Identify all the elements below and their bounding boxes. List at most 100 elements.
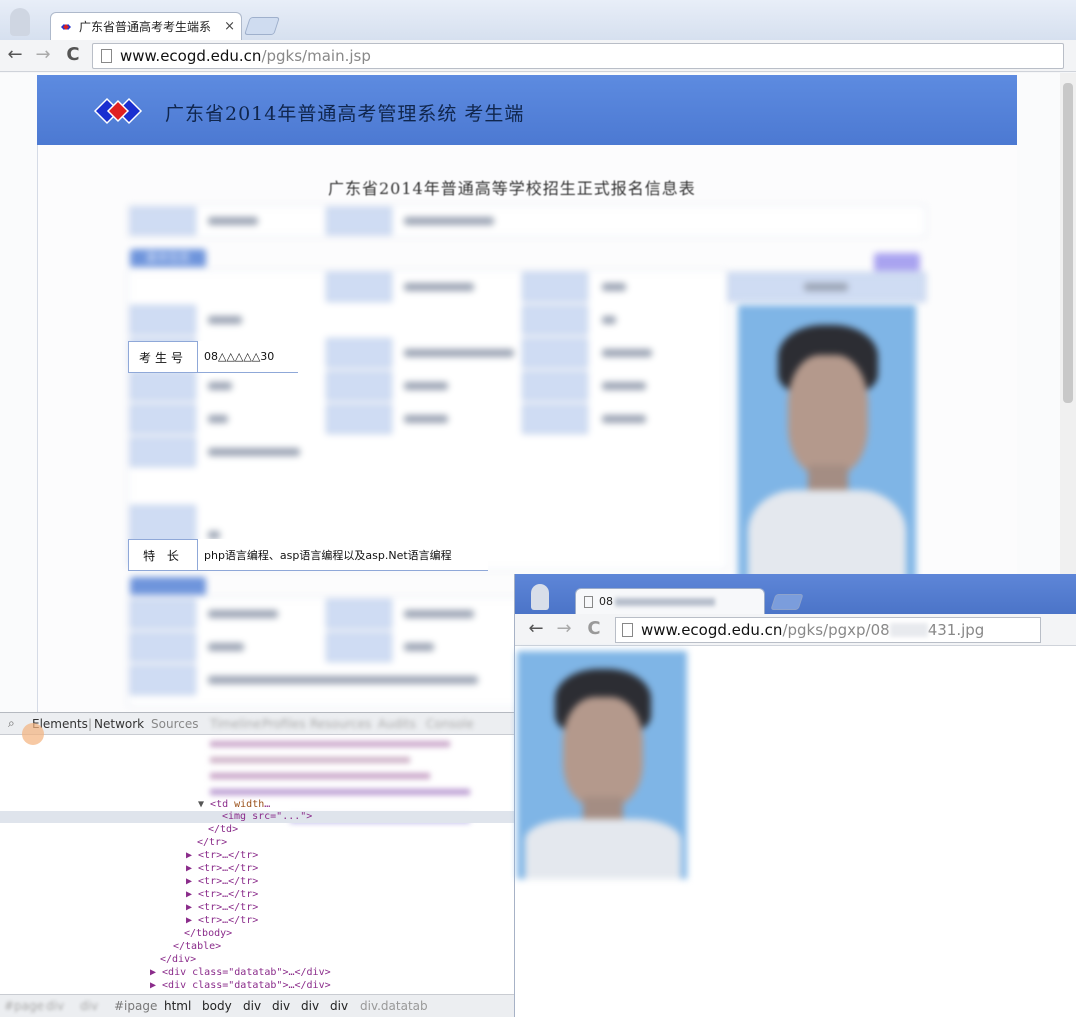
magnifier-icon[interactable]: ⌕ <box>8 716 15 731</box>
crumb-lead[interactable]: #page <box>4 999 44 1013</box>
browser-toolbar: ← → C www.ecogd.edu.cn/pgks/main.jsp <box>0 40 1076 72</box>
field-value <box>602 349 652 357</box>
popup-address-bar[interactable]: www.ecogd.edu.cn/pgks/pgxp/08 431.jpg <box>615 617 1041 643</box>
field-value <box>208 643 244 651</box>
tab-separator: | <box>88 717 93 731</box>
crumb-div[interactable]: div <box>330 999 348 1013</box>
field-value <box>404 415 448 423</box>
field-value <box>602 382 646 390</box>
section-tab-contact[interactable] <box>130 577 206 595</box>
dom-line[interactable]: ▶ <tr>…</tr> <box>186 863 258 874</box>
field-label <box>130 371 196 401</box>
field-label <box>130 665 196 695</box>
field-value <box>404 643 434 651</box>
dom-line[interactable]: </tr> <box>197 837 227 848</box>
dom-line[interactable]: </td> <box>208 824 238 835</box>
dom-line[interactable]: ▶ <div class="datatab">…</div> <box>150 967 331 978</box>
back-arrow-icon[interactable]: ← <box>4 44 26 66</box>
field-label <box>326 599 392 629</box>
field-label <box>326 272 392 302</box>
diamond-logo-icon <box>61 23 71 30</box>
crumb-div-datatab[interactable]: div.datatab <box>360 999 428 1013</box>
crumb-html[interactable]: html <box>164 999 191 1013</box>
dom-line[interactable]: </tbody> <box>184 928 232 939</box>
field-label <box>522 305 588 335</box>
tab-network[interactable]: Network <box>94 717 144 731</box>
tab-main[interactable]: 广东省普通高考考生端系 × <box>50 12 242 40</box>
crumb-div[interactable]: div <box>301 999 319 1013</box>
scrollbar-thumb[interactable] <box>1063 83 1073 403</box>
field-value <box>602 316 616 324</box>
crumb-ipage[interactable]: #ipage <box>114 999 157 1013</box>
popup-tab[interactable]: 08 <box>575 588 765 614</box>
profile-avatar-icon[interactable] <box>10 8 30 36</box>
dom-line-td[interactable]: ▼ <td width… <box>198 799 270 810</box>
field-label <box>326 207 392 235</box>
screenshot-root: 广东省普通高考考生端系 × ← → C www.ecogd.edu.cn/pgk… <box>0 0 1076 1017</box>
new-tab-button[interactable] <box>244 17 280 35</box>
dom-line[interactable]: </table> <box>173 941 221 952</box>
field-value <box>404 349 514 357</box>
dom-line[interactable]: </div> <box>160 954 196 965</box>
tab-audits[interactable]: Audits <box>378 717 416 731</box>
crumb-lead[interactable]: div <box>46 999 64 1013</box>
popup-page <box>515 647 1076 1017</box>
system-title: 广东省2014年普通高考管理系统 考生端 <box>165 103 525 125</box>
field-value <box>208 448 300 456</box>
dom-line[interactable]: ▶ <tr>…</tr> <box>186 889 258 900</box>
dom-line[interactable]: ▶ <tr>…</tr> <box>186 876 258 887</box>
exam-number-value: 08△△△△△30 <box>198 341 298 373</box>
url-path-suffix: 431.jpg <box>927 621 985 639</box>
tab-timeline[interactable]: Timeline <box>210 717 261 731</box>
back-arrow-icon[interactable]: ← <box>525 618 547 640</box>
field-label <box>522 404 588 434</box>
dom-line-img[interactable]: <img src="..."> <box>222 811 312 822</box>
crumb-body[interactable]: body <box>202 999 232 1013</box>
section-tab-basic[interactable]: 基本信息 <box>130 249 206 267</box>
tab-close-icon[interactable]: × <box>224 19 235 34</box>
crumb-lead[interactable]: div <box>80 999 98 1013</box>
redacted-text <box>615 597 715 606</box>
field-value <box>404 382 448 390</box>
candidate-photo-full <box>517 651 687 879</box>
field-value <box>404 217 494 225</box>
tab-profiles[interactable]: Profiles <box>262 717 306 731</box>
tab-resources[interactable]: Resources <box>310 717 371 731</box>
dom-line[interactable]: ▶ <tr>…</tr> <box>186 915 258 926</box>
forward-arrow-icon[interactable]: → <box>32 44 54 66</box>
dom-line[interactable]: ▶ <div class="datatab">…</div> <box>150 980 331 991</box>
field-label <box>522 371 588 401</box>
photo-face <box>563 697 643 807</box>
reload-icon[interactable]: C <box>62 44 84 66</box>
field-value <box>208 676 478 684</box>
url-host: www.ecogd.edu.cn <box>641 621 783 639</box>
field-value <box>602 415 646 423</box>
dom-line[interactable]: ▶ <tr>…</tr> <box>186 850 258 861</box>
field-label <box>130 437 196 467</box>
specialty-label: 特 长 <box>128 539 198 571</box>
reload-icon[interactable]: C <box>583 618 605 640</box>
field-value <box>208 610 278 618</box>
tab-console[interactable]: Console <box>426 717 474 731</box>
devtools-breadcrumb: #page div div #ipage html body div div d… <box>0 994 514 1017</box>
crumb-div[interactable]: div <box>272 999 290 1013</box>
section-tab-right <box>874 253 920 271</box>
profile-avatar-icon[interactable] <box>531 584 549 610</box>
devtools-panel: ⌕ Elements | Network Sources Timeline Pr… <box>0 712 514 1017</box>
field-value <box>208 382 232 390</box>
photo-face <box>788 355 868 475</box>
field-label <box>130 599 196 629</box>
popup-tabstrip: 08 <box>515 574 1076 614</box>
page-icon <box>584 595 593 608</box>
tab-sources[interactable]: Sources <box>151 717 198 731</box>
crumb-div[interactable]: div <box>243 999 261 1013</box>
forward-arrow-icon[interactable]: → <box>553 618 575 640</box>
popup-toolbar: ← → C www.ecogd.edu.cn/pgks/pgxp/08 431.j… <box>515 614 1076 646</box>
address-bar[interactable]: www.ecogd.edu.cn/pgks/main.jsp <box>92 43 1064 69</box>
new-tab-button[interactable] <box>770 594 804 610</box>
field-value <box>208 316 242 324</box>
field-value <box>208 415 228 423</box>
dom-line[interactable]: ▶ <tr>…</tr> <box>186 902 258 913</box>
field-label <box>326 338 392 368</box>
field-label <box>326 404 392 434</box>
